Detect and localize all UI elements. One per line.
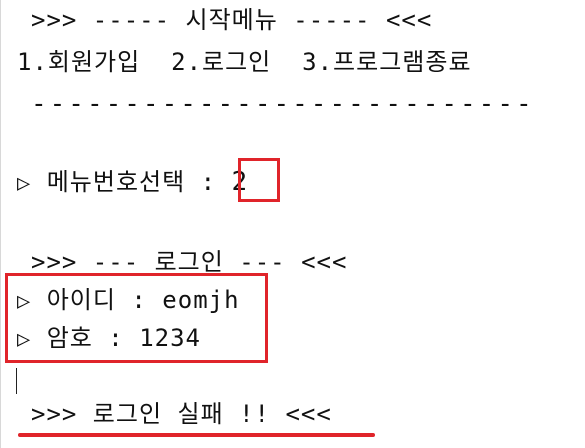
menu-select-prompt: ▷ 메뉴번호선택 : 2	[17, 166, 248, 200]
prompt-triangle-icon: ▷	[17, 171, 32, 196]
menu-select-label: 메뉴번호선택 :	[46, 168, 232, 196]
console-output: >>> ----- 시작메뉴 ----- <<< 1.회원가입 2.로그인 3.…	[0, 0, 585, 448]
choice-highlight-box	[238, 158, 280, 202]
start-menu-title: >>> ----- 시작메뉴 ----- <<<	[31, 6, 433, 34]
result-underline	[18, 433, 375, 437]
text-cursor	[16, 368, 17, 394]
login-result-message: >>> 로그인 실패 !! <<<	[31, 400, 332, 428]
menu-options: 1.회원가입 2.로그인 3.프로그램종료	[17, 48, 472, 76]
login-highlight-box	[5, 273, 268, 363]
separator-line: ---------------------------	[31, 89, 535, 119]
